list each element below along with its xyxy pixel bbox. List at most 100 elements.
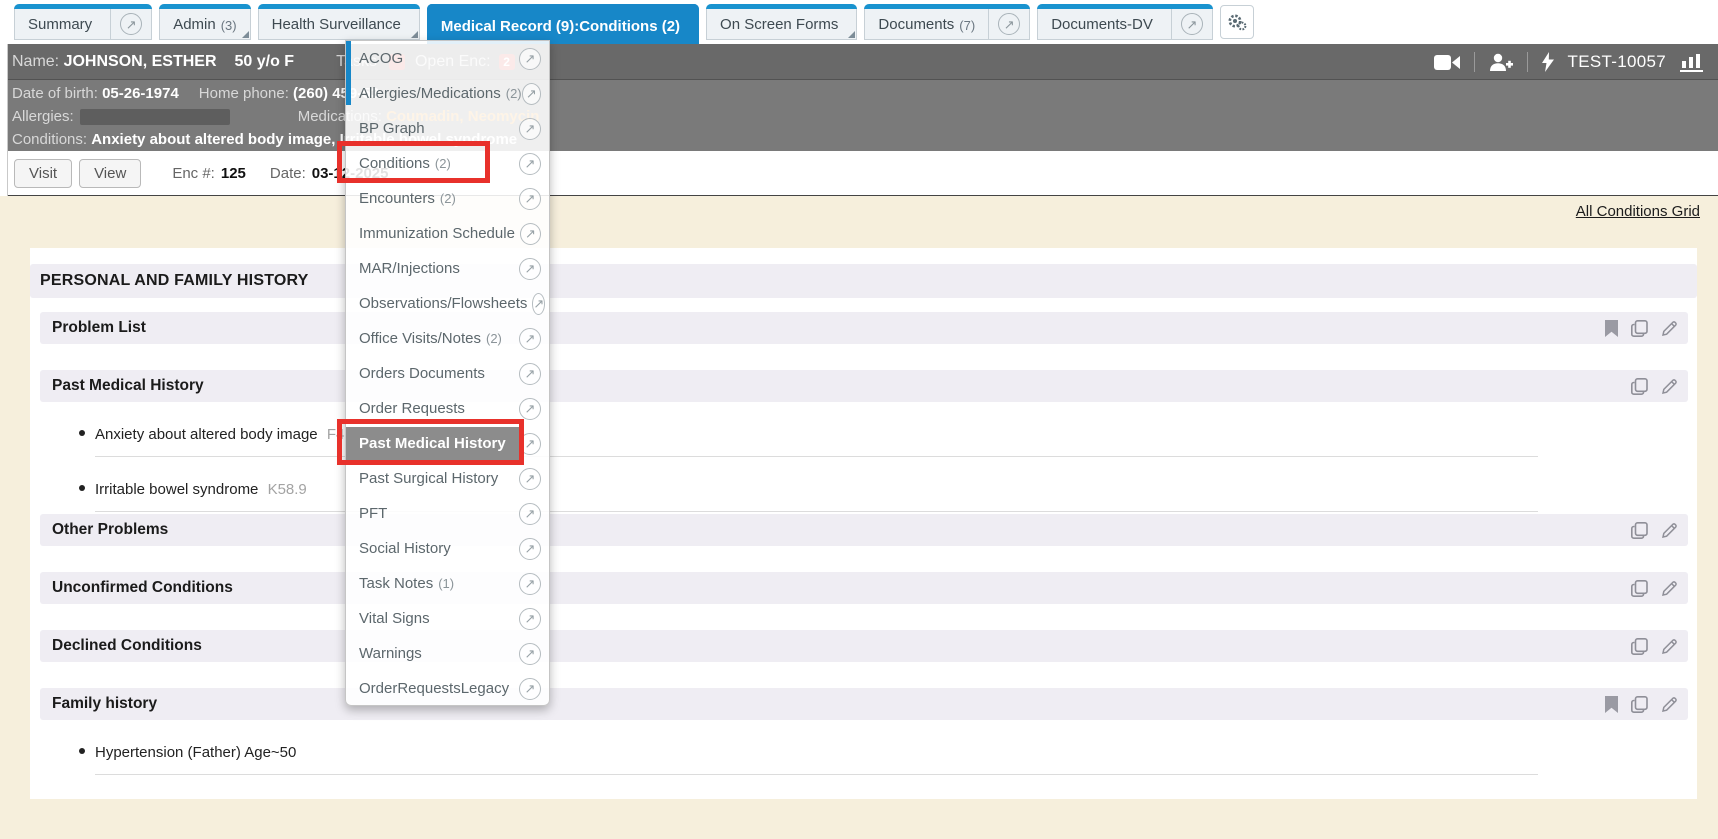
video-camera-icon[interactable] [1434,54,1460,71]
open-in-window-icon[interactable]: ↗ [522,83,541,105]
copy-icon[interactable] [1631,378,1648,395]
external-link-icon[interactable]: ↗ [998,13,1020,35]
tab-label-wrap: Documents (7) [865,4,988,39]
open-in-window-icon[interactable]: ↗ [532,293,545,315]
menu-item[interactable]: Conditions (2) ↗ [346,146,549,181]
copy-icon[interactable] [1631,696,1648,713]
menu-item[interactable]: BP Graph ↗ [346,111,549,146]
visit-button[interactable]: Visit [14,159,72,188]
allergies-label: Allergies: [12,108,74,125]
tab-external-segment[interactable]: ↗ [110,4,151,39]
tab[interactable]: Documents (7) ↗ [864,4,1030,40]
menu-item-label-wrap: Orders Documents [346,356,519,391]
menu-item[interactable]: PFT ↗ [346,496,549,531]
menu-item[interactable]: Immunization Schedule ↗ [346,216,549,251]
tab[interactable]: On Screen Forms [706,4,857,40]
open-in-window-icon[interactable]: ↗ [519,258,541,280]
menu-item[interactable]: Office Visits/Notes (2) ↗ [346,321,549,356]
menu-item[interactable]: Social History ↗ [346,531,549,566]
menu-item-label-wrap: Vital Signs [346,601,519,636]
open-in-window-icon[interactable]: ↗ [519,48,541,70]
open-in-window-icon[interactable]: ↗ [519,153,541,175]
open-in-window-icon[interactable]: ↗ [520,223,541,245]
menu-item-label-wrap: ACOG [346,41,519,76]
pencil-icon[interactable] [1661,522,1678,539]
condition-item[interactable]: Hypertension (Father) Age~50 [95,720,1538,775]
bookmark-icon[interactable] [1605,320,1618,337]
menu-item[interactable]: ACOG ↗ [346,41,549,76]
menu-item[interactable]: Encounters (2) ↗ [346,181,549,216]
menu-item[interactable]: Vital Signs ↗ [346,601,549,636]
active-tab-accent-strip [346,41,351,105]
patient-id: TEST-10057 [1568,52,1666,72]
lightning-bolt-icon[interactable] [1542,52,1554,72]
page-title: PERSONAL AND FAMILY HISTORY [30,264,1697,298]
menu-item[interactable]: Task Notes (1) ↗ [346,566,549,601]
condition-item[interactable]: Anxiety about altered body image F41.8 [95,402,1538,457]
pencil-icon[interactable] [1661,638,1678,655]
condition-item[interactable]: Irritable bowel syndrome K58.9 [95,457,1538,512]
menu-item[interactable]: OrderRequestsLegacy ↗ [346,671,549,706]
external-link-icon[interactable]: ↗ [120,13,142,35]
copy-icon[interactable] [1631,638,1648,655]
dob-row: Date of birth: 05-26-1974 Home phone: (2… [12,82,1718,105]
settings-button[interactable] [1220,5,1254,39]
menu-item-list: ACOG ↗ Allergies/Medications (2) ↗ BP Gr… [346,41,549,706]
open-in-window-icon[interactable]: ↗ [519,468,541,490]
open-in-window-icon[interactable]: ↗ [519,503,541,525]
menu-item[interactable]: Allergies/Medications (2) ↗ [346,76,549,111]
tab-count: (7) [959,16,975,33]
copy-icon[interactable] [1631,580,1648,597]
tab[interactable]: Admin (3) [159,4,250,40]
tab[interactable]: Health Surveillance [258,4,420,40]
menu-item[interactable]: Past Medical History ↗ [346,426,549,461]
pencil-icon[interactable] [1661,378,1678,395]
bar-chart-icon[interactable] [1680,52,1704,72]
menu-item[interactable]: Warnings ↗ [346,636,549,671]
patient-age-sex: 50 y/o F [235,53,295,71]
open-in-window-icon[interactable]: ↗ [519,643,541,665]
all-conditions-grid-link[interactable]: All Conditions Grid [1576,203,1700,220]
tab-external-segment[interactable]: ↗ [988,4,1029,39]
menu-item-label-wrap: Past Surgical History [346,461,519,496]
pencil-icon[interactable] [1661,696,1678,713]
menu-item-label: Office Visits/Notes [359,330,481,347]
menu-item[interactable]: Orders Documents ↗ [346,356,549,391]
open-in-window-icon[interactable]: ↗ [519,573,541,595]
open-in-window-icon[interactable]: ↗ [519,328,541,350]
open-in-window-icon[interactable]: ↗ [519,433,541,455]
tab-external-segment[interactable]: ↗ [1171,4,1212,39]
menu-item[interactable]: Past Surgical History ↗ [346,461,549,496]
tab[interactable]: Summary ↗ [14,4,152,40]
view-button[interactable]: View [79,159,141,188]
menu-item-label: ACOG [359,50,403,67]
copy-icon[interactable] [1631,522,1648,539]
open-in-window-icon[interactable]: ↗ [519,363,541,385]
tab[interactable]: Documents-DV ↗ [1037,4,1213,40]
tab[interactable]: Medical Record (9):Conditions (2) [427,4,699,44]
menu-item[interactable]: Order Requests ↗ [346,391,549,426]
external-link-icon[interactable]: ↗ [1181,13,1203,35]
menu-item[interactable]: Observations/Flowsheets ↗ [346,286,549,321]
copy-icon[interactable] [1631,320,1648,337]
menu-item-label: Immunization Schedule [359,225,515,242]
open-in-window-icon[interactable]: ↗ [519,398,541,420]
open-in-window-icon[interactable]: ↗ [519,608,541,630]
enc-value: 125 [221,165,246,182]
section-header-bar: Declined Conditions [40,630,1688,662]
tab-dropdown-corner-icon [411,31,418,38]
open-in-window-icon[interactable]: ↗ [519,678,541,700]
history-section: Other Problems [40,514,1688,546]
pencil-icon[interactable] [1661,580,1678,597]
section-header-bar: Other Problems [40,514,1688,546]
open-in-window-icon[interactable]: ↗ [519,538,541,560]
pencil-icon[interactable] [1661,320,1678,337]
open-in-window-icon[interactable]: ↗ [519,118,541,140]
medical-record-dropdown-menu: ACOG ↗ Allergies/Medications (2) ↗ BP Gr… [345,40,550,706]
menu-item-label: BP Graph [359,120,425,137]
bookmark-icon[interactable] [1605,696,1618,713]
add-person-icon[interactable] [1489,53,1513,71]
menu-item[interactable]: MAR/Injections ↗ [346,251,549,286]
open-in-window-icon[interactable]: ↗ [519,188,541,210]
section-title: Problem List [52,319,1605,337]
